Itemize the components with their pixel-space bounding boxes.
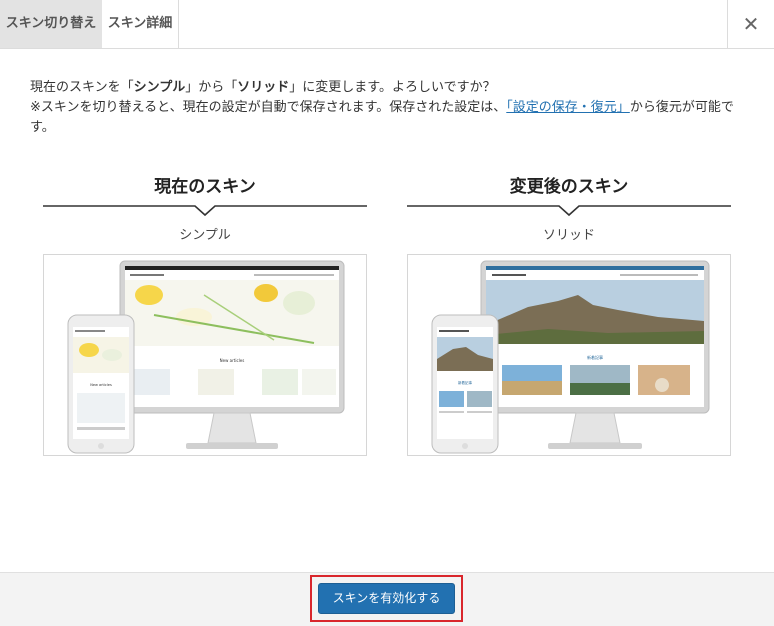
tab-skin-switch[interactable]: スキン切り替え bbox=[0, 0, 102, 48]
message-text: 」に変更します。よろしいですか？ bbox=[289, 80, 496, 95]
message-text: ※スキンを切り替えると、現在の設定が自動で保存されます。保存された設定は、 bbox=[30, 100, 507, 115]
activate-skin-button[interactable]: スキンを有効化する bbox=[318, 583, 455, 614]
close-button[interactable]: ✕ bbox=[727, 0, 774, 48]
svg-text:New articles: New articles bbox=[90, 383, 112, 387]
after-skin-label: ソリッド bbox=[542, 228, 595, 243]
svg-text:新着記事: 新着記事 bbox=[458, 380, 472, 385]
simple-skin-mockup: New articles New articles bbox=[67, 260, 345, 454]
confirm-line-1: 現在のスキンを「シンプル」から「ソリッド」に変更します。よろしいですか？ bbox=[30, 78, 750, 98]
svg-text:New articles: New articles bbox=[220, 358, 245, 363]
message-text: 」から「 bbox=[185, 80, 238, 95]
settings-restore-link[interactable]: 「設定の保存・復元」 bbox=[506, 100, 630, 115]
new-skin-name: ソリッド bbox=[237, 80, 290, 95]
current-skin-panel: 現在のスキン シンプル New articles New articles bbox=[43, 172, 367, 456]
svg-text:新着記事: 新着記事 bbox=[587, 354, 603, 360]
activate-button-highlight: スキンを有効化する bbox=[310, 575, 463, 622]
after-skin-preview: 新着記事 新着記事 bbox=[407, 254, 731, 456]
heading-divider bbox=[407, 202, 731, 218]
current-skin-preview: New articles New articles bbox=[43, 254, 367, 456]
solid-skin-mockup: 新着記事 新着記事 bbox=[431, 260, 710, 454]
current-skin-heading: 現在のスキン bbox=[154, 177, 256, 197]
current-skin-name: シンプル bbox=[133, 80, 186, 95]
close-icon: ✕ bbox=[742, 12, 760, 36]
tab-bar: スキン切り替え スキン詳細 ✕ bbox=[0, 0, 774, 49]
after-skin-heading: 変更後のスキン bbox=[509, 177, 629, 197]
after-skin-panel: 変更後のスキン ソリッド 新着記事 新着記事 bbox=[407, 172, 731, 456]
confirm-line-2: ※スキンを切り替えると、現在の設定が自動で保存されます。保存された設定は、「設定… bbox=[30, 98, 750, 138]
confirm-message: 現在のスキンを「シンプル」から「ソリッド」に変更します。よろしいですか？ ※スキ… bbox=[30, 78, 750, 138]
heading-divider bbox=[43, 202, 367, 218]
current-skin-label: シンプル bbox=[179, 228, 231, 243]
message-text: 現在のスキンを「 bbox=[30, 80, 134, 95]
tab-skin-details[interactable]: スキン詳細 bbox=[102, 0, 179, 48]
